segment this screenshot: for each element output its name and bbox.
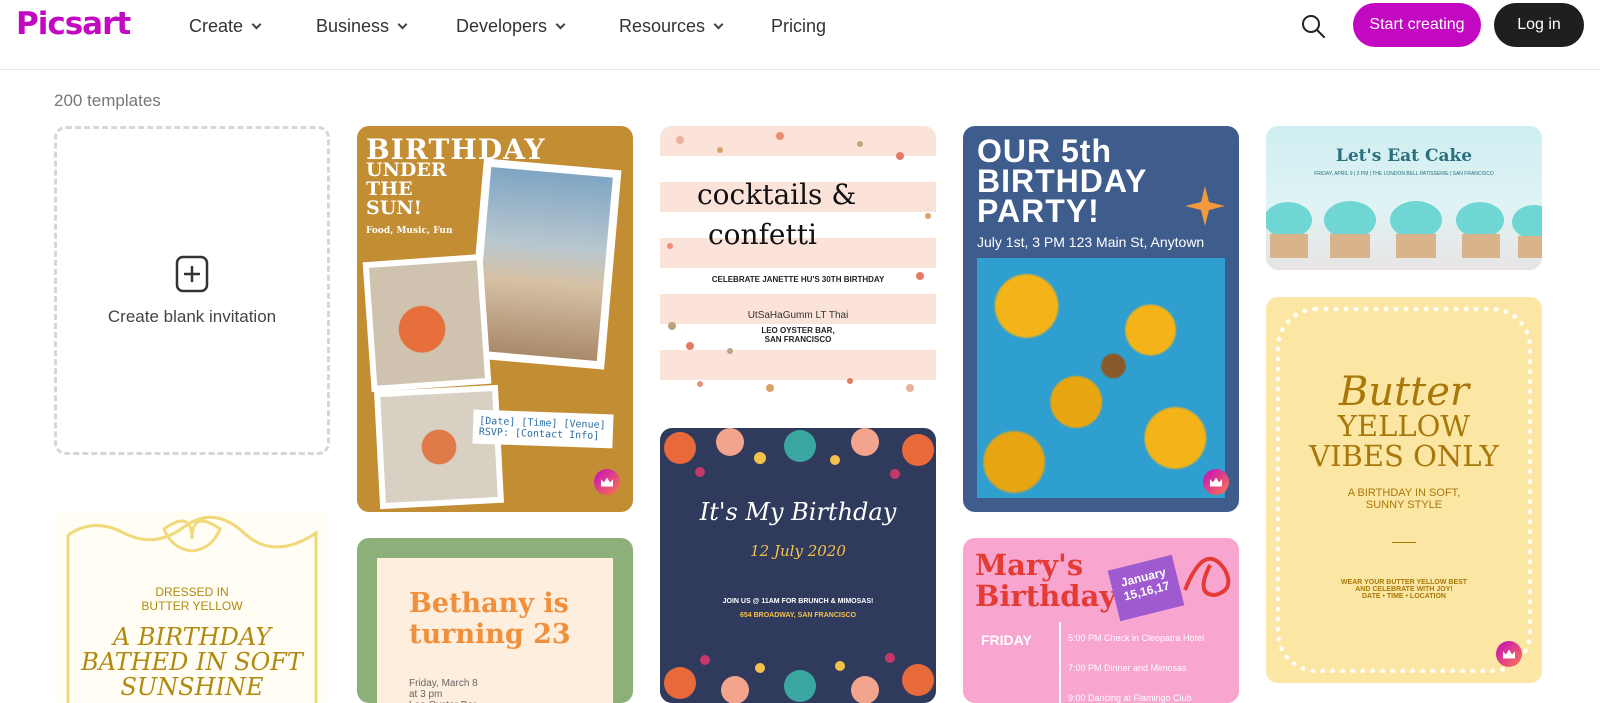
nav-pricing-label: Pricing — [771, 16, 827, 36]
picsart-logo[interactable]: Picsart — [16, 6, 131, 42]
card-date: 12 July 2020 — [750, 542, 846, 560]
photo-cocktail — [362, 253, 492, 393]
card-title: cocktails & — [697, 178, 857, 211]
card-subtitle: FRIDAY, APRIL 9 | 2 PM | THE LONDON BELL… — [1314, 171, 1494, 177]
card-subtitle: DRESSED IN BUTTER YELLOW — [141, 585, 243, 613]
nav-resources-label: Resources — [619, 16, 706, 36]
chevron-down-icon — [555, 19, 566, 29]
card-address: 654 BROADWAY, SAN FRANCISCO — [739, 612, 857, 619]
template-card-lets-eat-cake[interactable]: Let's Eat Cake FRIDAY, APRIL 9 | 2 PM | … — [1266, 126, 1542, 270]
card-title-2: YELLOW VIBES ONLY — [1309, 409, 1499, 473]
nav-create-label: Create — [189, 16, 244, 36]
card-title-2: confetti — [708, 218, 817, 251]
timeline-line — [1059, 622, 1061, 703]
top-navigation: Picsart Create Business Developers Resou… — [0, 0, 1600, 70]
search-icon[interactable] — [1300, 13, 1326, 39]
squiggle-decoration — [1183, 556, 1231, 598]
template-card-butter-yellow-birthday[interactable]: DRESSED IN BUTTER YELLOW A BIRTHDAY BATH… — [54, 511, 330, 703]
template-card-cocktails-confetti[interactable]: cocktails & confetti CELEBRATE JANETTE H… — [660, 126, 936, 399]
premium-crown-icon — [1203, 469, 1229, 495]
sunflower-photo — [977, 258, 1225, 498]
premium-crown-icon — [594, 469, 620, 495]
login-button[interactable]: Log in — [1494, 3, 1584, 47]
event-1: 5:00 PM Check in Cleopatra Hotel — [1068, 633, 1205, 643]
nav-resources[interactable]: Resources — [619, 16, 724, 37]
card-title: OUR 5th BIRTHDAY PARTY! — [977, 133, 1148, 229]
photo-woman-beach — [466, 158, 622, 370]
card-note: WEAR YOUR BUTTER YELLOW BEST AND CELEBRA… — [1340, 579, 1468, 600]
card-subtitle: July 1st, 3 PM 123 Main St, Anytown — [977, 234, 1205, 250]
nav-developers-label: Developers — [456, 16, 548, 36]
card-line: CELEBRATE JANETTE HU'S 30TH BIRTHDAY — [711, 275, 885, 284]
date-badge: January 15,16,17 — [1107, 554, 1185, 622]
templates-count: 200 templates — [54, 91, 161, 110]
card-title: Bethany is turning 23 — [409, 588, 571, 650]
chevron-down-icon — [713, 19, 724, 29]
sparkle-icon — [1185, 186, 1225, 226]
card-line: JOIN US @ 11AM FOR BRUNCH & MIMOSAS! — [722, 598, 874, 605]
nav-business-label: Business — [316, 16, 390, 36]
card-title: Mary's Birthday — [975, 548, 1117, 613]
card-day: FRIDAY — [981, 632, 1032, 648]
card-subtitle: A BIRTHDAY IN SOFT, SUNNY STYLE — [1347, 487, 1461, 511]
event-2: 7:00 PM Dinner and Mimosas — [1068, 663, 1187, 673]
template-card-5th-birthday-party[interactable]: OUR 5th BIRTHDAY PARTY! July 1st, 3 PM 1… — [963, 126, 1239, 512]
create-blank-invitation-card[interactable]: Create blank invitation — [54, 126, 330, 455]
card-title: Let's Eat Cake — [1335, 146, 1473, 166]
template-card-birthday-under-the-sun[interactable]: BIRTHDAY UNDER THE SUN! Food, Music, Fun… — [357, 126, 633, 512]
premium-crown-icon — [1496, 641, 1522, 667]
card-details: Friday, March 8 at 3 pm Leo Oyster Bar — [409, 678, 478, 703]
card-venue: LEO OYSTER BAR, SAN FRANCISCO — [761, 326, 835, 344]
template-card-bethany-23[interactable]: Bethany is turning 23 Friday, March 8 at… — [357, 538, 633, 703]
template-card-butter-yellow-vibes[interactable]: Butter YELLOW VIBES ONLY A BIRTHDAY IN S… — [1266, 297, 1542, 683]
create-blank-label: Create blank invitation — [107, 306, 277, 326]
event-3: 9:00 Dancing at Flamingo Club — [1068, 693, 1192, 703]
template-card-marys-birthday[interactable]: Mary's Birthday January 15,16,17 FRIDAY … — [963, 538, 1239, 703]
floral-border — [664, 428, 934, 703]
cupcakes-photo — [1266, 201, 1542, 258]
nav-create[interactable]: Create — [189, 16, 262, 37]
card-rsvp-note: [Date] [Time] [Venue] RSVP: [Contact Inf… — [472, 409, 614, 449]
photo-drinks — [373, 384, 505, 510]
start-creating-button[interactable]: Start creating — [1353, 3, 1481, 47]
nav-pricing[interactable]: Pricing — [771, 16, 826, 37]
chevron-down-icon — [397, 19, 408, 29]
card-font-name: UtSaHaGumm LT Thai — [747, 310, 849, 321]
card-title: A BIRTHDAY BATHED IN SOFT SUNSHINE — [81, 623, 303, 701]
card-title: It's My Birthday — [699, 498, 897, 526]
add-page-icon — [175, 255, 209, 292]
card-tagline: Food, Music, Fun — [366, 226, 453, 236]
chevron-down-icon — [251, 19, 262, 29]
divider — [1392, 542, 1416, 543]
template-card-its-my-birthday[interactable]: It's My Birthday 12 July 2020 JOIN US @ … — [660, 428, 936, 703]
nav-business[interactable]: Business — [316, 16, 408, 37]
card-subtitle: UNDER THE SUN! — [366, 159, 447, 219]
confetti-dots — [667, 132, 931, 392]
nav-developers[interactable]: Developers — [456, 16, 566, 37]
